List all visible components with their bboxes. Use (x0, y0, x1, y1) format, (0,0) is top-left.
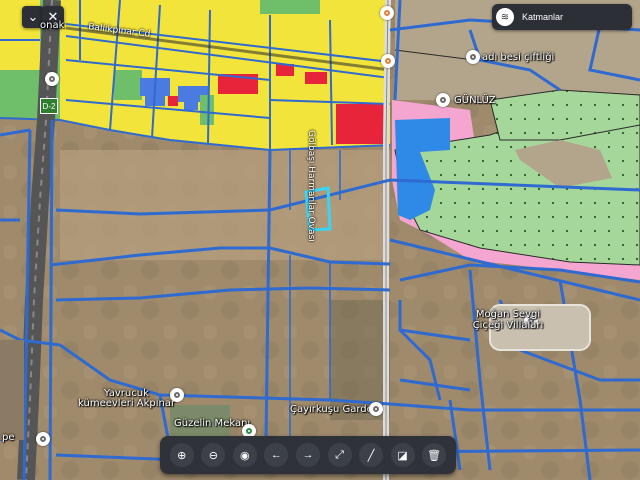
place-pin[interactable] (436, 93, 450, 107)
zoom-out-icon: ⊖ (208, 449, 218, 462)
place-label-cayirkusu: Çayırkuşu Garden (290, 404, 380, 415)
map-toolbar: ⊕ ⊖ ◉ ← → ⤢ ╱ ◪ 🗑 (160, 436, 456, 474)
highway-shield: D-2 (40, 98, 58, 114)
delete-button[interactable]: 🗑 (422, 443, 447, 467)
place-label-onak: onak (40, 20, 65, 31)
chevron-down-icon: ⌄ (27, 9, 39, 24)
commercial-zone (168, 96, 178, 106)
fullscreen-icon: ⤢ (335, 448, 344, 461)
zoom-in-icon: ⊕ (177, 449, 187, 462)
road-label-harmanlar: Gölbaşı Harmanlar Ovası (306, 130, 316, 242)
green-zone (260, 0, 320, 14)
layers-button[interactable]: ≋ Katmanlar (492, 4, 632, 30)
green-zone (114, 70, 142, 100)
commercial-zone (305, 72, 327, 84)
fullscreen-button[interactable]: ⤢ (327, 443, 352, 467)
place-label-guzelin: Güzelin Mekanı (174, 418, 251, 429)
place-pin[interactable] (45, 72, 59, 86)
place-label-mogan: Moğan Sevgi Çiçeği Villaları (472, 309, 544, 331)
zoom-in-button[interactable]: ⊕ (169, 443, 194, 467)
locate-icon: ◉ (240, 449, 250, 462)
commercial-zone (336, 104, 386, 144)
place-label-akpinar: kümeevleri Akpınar (78, 398, 176, 409)
arrow-left-icon: ← (270, 449, 282, 461)
area-icon: ◪ (397, 449, 408, 462)
village-west (0, 340, 24, 440)
zoom-out-button[interactable]: ⊖ (201, 443, 226, 467)
place-label-gunluz: GÜNLÜZ (454, 95, 496, 106)
layers-icon: ≋ (496, 8, 514, 26)
ruler-icon: ╱ (367, 449, 375, 462)
place-pin[interactable] (369, 402, 383, 416)
place-pin[interactable] (380, 6, 394, 20)
place-label-pe: pe (2, 432, 15, 443)
layers-label: Katmanlar (522, 12, 564, 22)
place-label-besi: adı besi çiftliği (482, 52, 555, 63)
place-pin[interactable] (36, 432, 50, 446)
trash-icon: 🗑 (427, 449, 442, 462)
place-pin[interactable] (170, 388, 184, 402)
forward-button[interactable]: → (295, 443, 320, 467)
locate-button[interactable]: ◉ (232, 443, 257, 467)
place-pin[interactable] (466, 50, 480, 64)
arrow-right-icon: → (302, 449, 314, 461)
place-pin[interactable] (381, 54, 395, 68)
measure-button[interactable]: ╱ (359, 443, 384, 467)
green-zone (200, 95, 214, 125)
back-button[interactable]: ← (264, 443, 289, 467)
green-zone (0, 70, 40, 118)
public-zone (184, 100, 198, 110)
area-button[interactable]: ◪ (390, 443, 415, 467)
